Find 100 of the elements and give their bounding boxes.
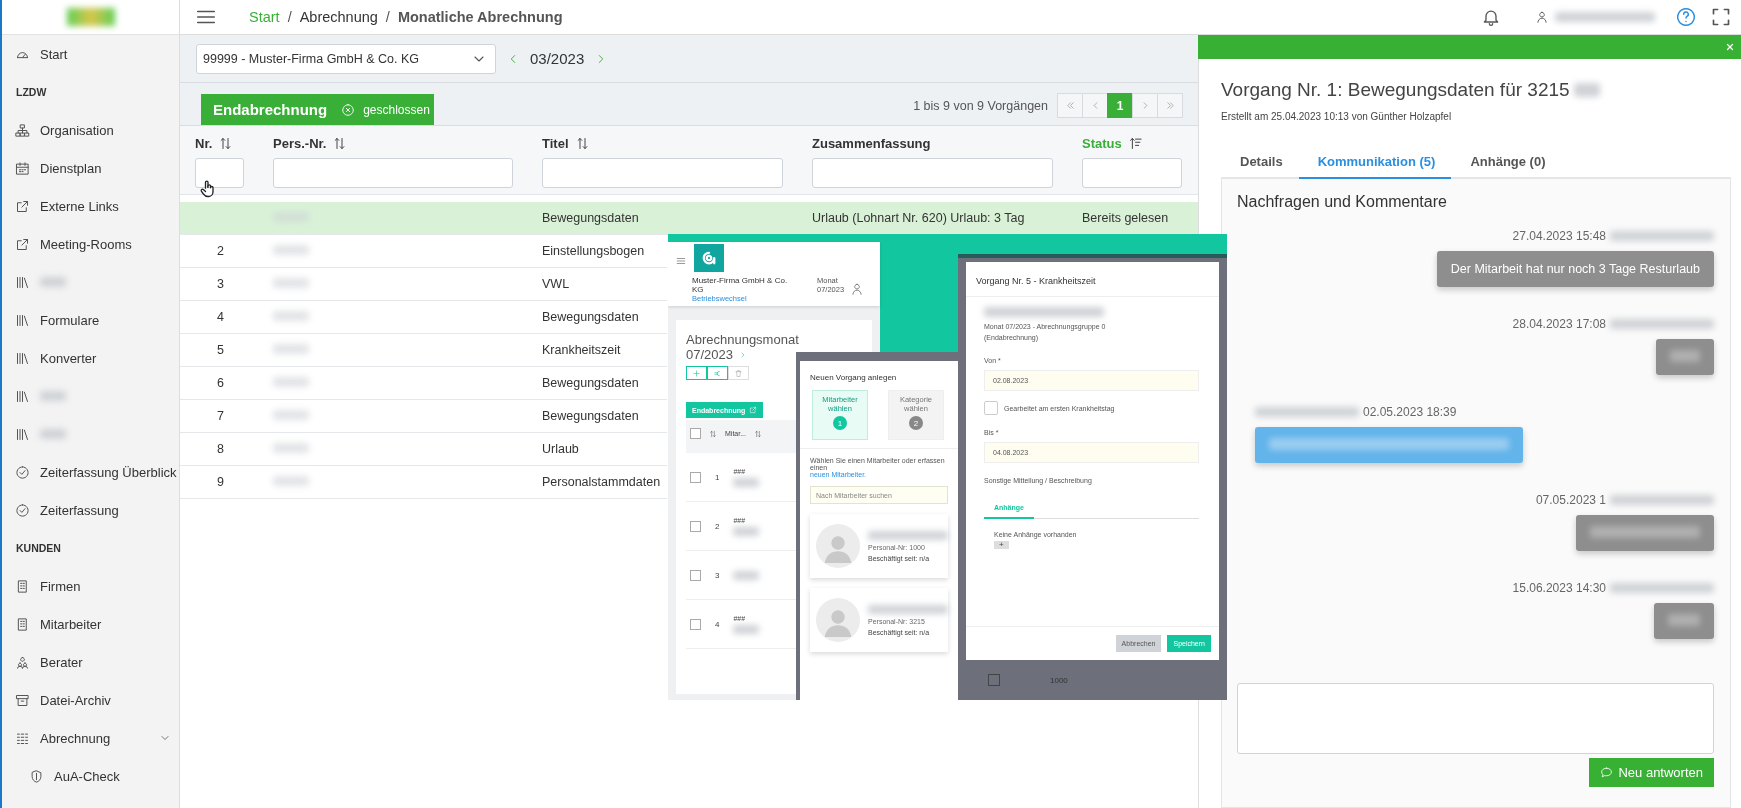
sidebar-item[interactable]: Abrechnung <box>2 719 179 757</box>
filter-field[interactable] <box>542 158 783 188</box>
help-icon[interactable] <box>1675 6 1697 28</box>
sidebar-item[interactable]: Formulare <box>2 301 179 339</box>
reply-field[interactable] <box>1237 683 1714 754</box>
books-icon <box>15 426 30 442</box>
next-page-button[interactable] <box>1132 93 1158 118</box>
panel-title: Vorgang Nr. 1: Bewegungsdaten für 3215 <box>1221 79 1570 101</box>
table-cell: 1 <box>715 472 720 482</box>
sorted-icon[interactable] <box>1127 135 1143 151</box>
add-button[interactable]: + <box>994 541 1009 550</box>
table-row[interactable]: 4 Bewegungsdaten <box>180 301 667 334</box>
sort-icon[interactable] <box>574 135 590 151</box>
status-label: geschlossen <box>363 102 430 117</box>
column-header[interactable]: Nr. <box>195 135 234 151</box>
blurred-text <box>1670 350 1700 362</box>
logo-placeholder <box>66 8 115 26</box>
sidebar-item[interactable]: Berater <box>2 643 179 681</box>
books-icon <box>15 312 30 328</box>
chat-heading: Nachfragen und Kommentare <box>1237 193 1448 211</box>
sidebar-item[interactable]: Zeiterfassung Überblick <box>2 453 179 491</box>
sort-icon <box>709 429 717 438</box>
company-select[interactable]: 99999 - Muster-Firma GmbH & Co. KG <box>196 43 496 74</box>
external-link-icon <box>15 198 30 214</box>
table-cell: Personalstammdaten <box>542 475 661 489</box>
first-page-button[interactable] <box>1057 93 1083 118</box>
checkbox[interactable] <box>690 520 701 532</box>
table-cell: 8 <box>217 442 224 456</box>
checkbox[interactable] <box>690 569 701 581</box>
add-button[interactable] <box>686 366 707 380</box>
sidebar-item[interactable]: AuA-Check <box>2 757 179 795</box>
table-row[interactable]: 7 Bewegungsdaten <box>180 400 667 433</box>
table-row[interactable]: 2 Einstellungsbogen <box>180 235 667 268</box>
sidebar-item[interactable]: Dienstplan <box>2 149 179 187</box>
table-cell: Urlaub <box>542 442 579 456</box>
speech-bubble-icon <box>1600 766 1614 779</box>
breadcrumb-link[interactable]: Monatliche Abrechnung <box>397 9 563 25</box>
sidebar-item[interactable]: Start <box>2 35 179 73</box>
blurred-text <box>40 429 66 439</box>
last-page-button[interactable] <box>1157 93 1183 118</box>
table-cell: 4 <box>217 310 224 324</box>
blurred-text <box>733 526 760 536</box>
blurred-text <box>1668 614 1700 626</box>
breadcrumb-separator: / <box>287 9 292 25</box>
table-cell: VWL <box>542 277 570 291</box>
column-header[interactable]: Titel <box>542 135 590 151</box>
sidebar-item[interactable]: Organisation <box>2 111 179 149</box>
next-icon <box>739 350 747 359</box>
table-cell: 4 <box>715 619 720 629</box>
dialog-title: Vorgang Nr. 5 - Krankheitszeit <box>966 262 1219 297</box>
column-header[interactable]: Zusammenfassung <box>812 135 931 151</box>
table-row[interactable]: 9 Personalstammdaten <box>180 466 667 499</box>
banner-title: Endabrechnung <box>213 101 328 118</box>
table-cell: Bewegungsdaten <box>542 376 639 390</box>
fullscreen-icon[interactable] <box>1711 7 1731 27</box>
delete-button[interactable] <box>728 366 749 380</box>
sidebar-item[interactable]: Firmen <box>2 567 179 605</box>
user-icon[interactable] <box>1535 10 1549 24</box>
table-cell: Bereits gelesen <box>1082 211 1169 225</box>
filter-field[interactable] <box>195 158 244 188</box>
checkbox[interactable] <box>984 401 998 416</box>
table-row[interactable]: Bewegungsdaten Urlaub (Lohnart Nr. 620) Urlaub: 3 Tag Bereits gelesen <box>180 202 1198 235</box>
range-text: 1 bis 9 von 9 Vorgängen <box>913 98 1048 113</box>
filter-field[interactable] <box>812 158 1053 188</box>
tab[interactable]: Details <box>1221 146 1299 179</box>
breadcrumb-link[interactable]: Abrechnung <box>299 9 378 25</box>
table-cell: 6 <box>217 376 224 390</box>
checkbox[interactable] <box>690 428 701 439</box>
filter-field[interactable] <box>1082 158 1182 188</box>
column-header[interactable]: Pers.-Nr. <box>273 135 348 151</box>
filter-field[interactable] <box>273 158 513 188</box>
sidebar-item[interactable]: Datei-Archiv <box>2 681 179 719</box>
sidebar-item[interactable]: Mitarbeiter <box>2 605 179 643</box>
sidebar-item[interactable]: Meeting-Rooms <box>2 225 179 263</box>
hierarchy-icon <box>15 122 30 138</box>
message-time: 27.04.2023 15:48 <box>1512 229 1606 243</box>
checkbox[interactable] <box>690 471 701 483</box>
table-row[interactable]: 5 Krankheitszeit <box>180 334 667 367</box>
close-icon[interactable] <box>1725 42 1735 52</box>
checkbox[interactable] <box>690 618 701 630</box>
external-link-icon <box>15 236 30 252</box>
building-icon <box>15 578 30 594</box>
archive-box-icon <box>15 692 30 708</box>
books-icon <box>15 274 30 290</box>
table-cell: 9 <box>217 475 224 489</box>
table-row[interactable]: 3 VWL <box>180 268 667 301</box>
blurred-text <box>733 477 760 487</box>
message-bubble: Der Mitarbeit hat nur noch 3 Tage Resturlaub <box>1436 251 1714 287</box>
sidebar-item[interactable]: Externe Links <box>2 187 179 225</box>
trash-icon <box>734 368 743 378</box>
blurred-text <box>40 391 66 401</box>
tab[interactable]: Anhänge (0) <box>1451 146 1562 179</box>
sort-icon <box>754 429 762 438</box>
table-row[interactable]: 8 Urlaub <box>180 433 667 466</box>
message-time: 28.04.2023 17:08 <box>1512 317 1606 331</box>
table-cell: 1000 <box>1050 675 1068 685</box>
sidebar-item[interactable]: Konverter <box>2 339 179 377</box>
sidebar-item[interactable]: Zeiterfassung <box>2 491 179 529</box>
previous-page-button[interactable] <box>1082 93 1108 118</box>
table-row[interactable]: 6 Bewegungsdaten <box>180 367 667 400</box>
